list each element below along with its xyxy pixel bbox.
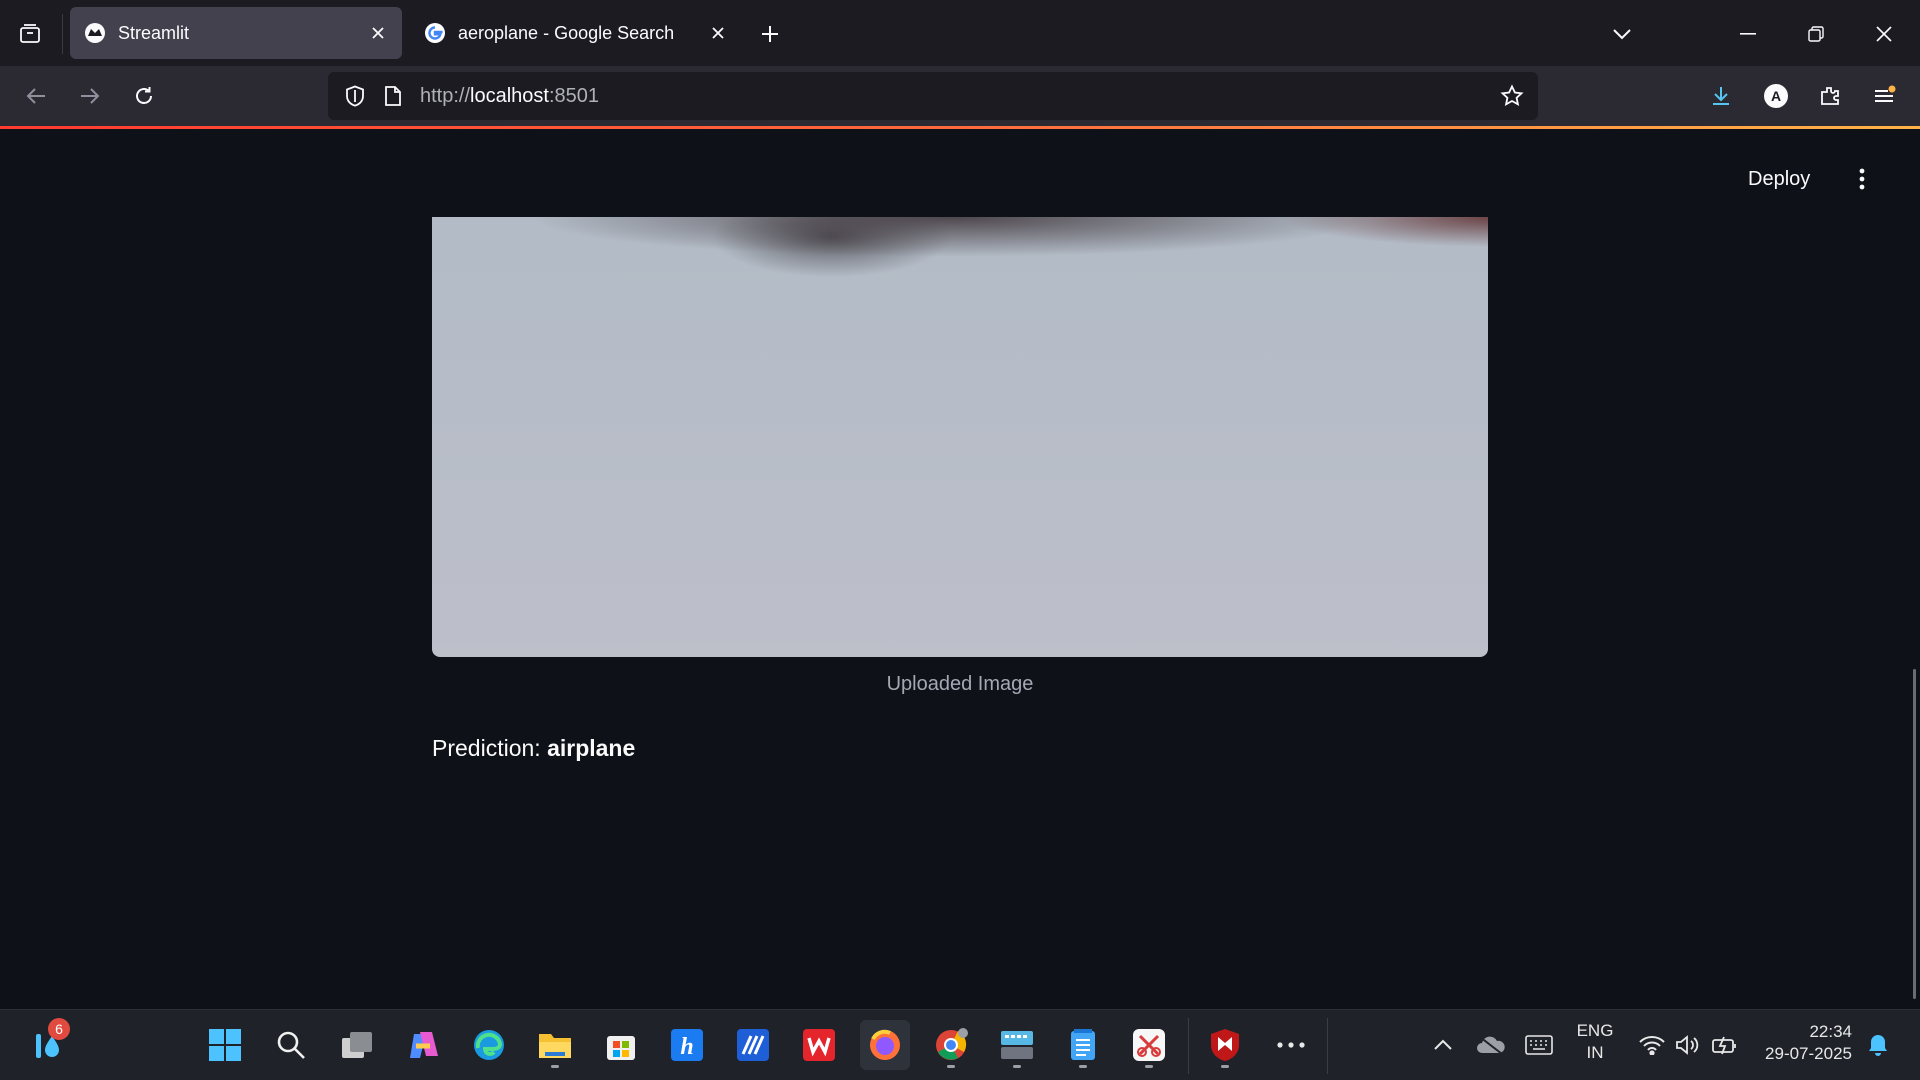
reload-icon[interactable] [122, 74, 166, 118]
restore-window-icon[interactable] [1794, 12, 1838, 56]
file-explorer-icon[interactable] [530, 1020, 580, 1070]
hackerrank-h-icon[interactable]: h [662, 1020, 712, 1070]
battery-charging-icon[interactable] [1700, 1020, 1750, 1070]
url-prefix: http:// [420, 84, 471, 107]
language-code: ENG [1576, 1021, 1614, 1040]
svg-text:h: h [680, 1034, 693, 1060]
more-apps-ellipsis-icon[interactable] [1266, 1020, 1316, 1070]
prediction-text: Prediction: airplane [432, 735, 635, 762]
microsoft-store-icon[interactable] [596, 1020, 646, 1070]
back-arrow-icon[interactable] [14, 74, 58, 118]
close-tab-icon[interactable] [364, 19, 392, 47]
url-port: :8501 [548, 84, 600, 107]
page-info-icon[interactable] [378, 85, 408, 107]
notepad-icon[interactable] [1058, 1020, 1108, 1070]
mcafee-shield-icon[interactable] [1200, 1020, 1250, 1070]
google-favicon-icon [424, 22, 446, 44]
tab-streamlit[interactable]: Streamlit [70, 7, 402, 59]
notification-bell-icon[interactable] [1853, 1020, 1903, 1070]
touch-keyboard-icon[interactable] [1514, 1020, 1564, 1070]
scrollbar-thumb[interactable] [1913, 669, 1916, 999]
clock-time: 22:34 [1809, 1022, 1852, 1041]
close-tab-icon[interactable] [704, 19, 732, 47]
downloads-icon[interactable] [1699, 74, 1743, 118]
tab-title: aeroplane - Google Search [458, 22, 675, 43]
input-language-indicator[interactable]: ENG IN [1570, 1020, 1620, 1064]
tracking-protection-shield-icon[interactable] [340, 85, 370, 107]
forward-arrow-icon[interactable] [68, 74, 112, 118]
browser-nav-bar: http://localhost:8501 A [0, 66, 1920, 126]
uploaded-image [432, 217, 1488, 657]
windows-taskbar: 6 h ENG IN 22:34 29-07-2025 [0, 1009, 1920, 1080]
region-code: IN [1586, 1043, 1604, 1062]
wps-office-icon[interactable] [794, 1020, 844, 1070]
tab-google-search[interactable]: aeroplane - Google Search [410, 7, 742, 59]
snipping-tool-icon[interactable] [1124, 1020, 1174, 1070]
app-menu-icon[interactable] [1862, 74, 1906, 118]
prediction-label: Prediction: [432, 735, 548, 761]
streamlit-favicon-icon [84, 22, 106, 44]
url-text[interactable]: http://localhost:8501 [420, 85, 599, 108]
onedrive-cloud-icon[interactable] [1466, 1020, 1516, 1070]
firefox-icon[interactable] [860, 1020, 910, 1070]
url-host: localhost [470, 84, 549, 107]
close-window-icon[interactable] [1862, 12, 1906, 56]
tab-divider [62, 14, 63, 54]
bookmark-star-icon[interactable] [1498, 82, 1526, 110]
account-initial: A [1771, 88, 1781, 104]
account-avatar-icon[interactable]: A [1754, 74, 1798, 118]
taskbar-separator [1188, 1018, 1189, 1074]
writing-app-icon[interactable] [728, 1020, 778, 1070]
clock[interactable]: 22:34 29-07-2025 [1756, 1021, 1852, 1065]
tab-title: Streamlit [118, 22, 190, 43]
show-hidden-icons-chevron-up-icon[interactable] [1418, 1020, 1468, 1070]
address-bar[interactable]: http://localhost:8501 [328, 72, 1538, 120]
main-menu-kebab-icon[interactable] [1844, 159, 1880, 199]
new-tab-plus-icon[interactable] [752, 16, 788, 52]
prediction-value: airplane [547, 735, 636, 761]
widget-notification-badge: 6 [48, 1018, 70, 1040]
streamlit-app: Deploy Uploaded Image Prediction: airpla… [0, 129, 1920, 1009]
taskbar-separator [1327, 1018, 1328, 1074]
clock-date: 29-07-2025 [1765, 1044, 1852, 1063]
minimize-window-icon[interactable] [1726, 12, 1770, 56]
edge-browser-icon[interactable] [464, 1020, 514, 1070]
image-caption: Uploaded Image [886, 673, 1034, 695]
deploy-button[interactable]: Deploy [1740, 159, 1818, 199]
task-view-icon[interactable] [332, 1020, 382, 1070]
copilot-icon[interactable] [398, 1020, 448, 1070]
tab-overview-icon[interactable] [12, 16, 48, 52]
chrome-icon[interactable] [926, 1020, 976, 1070]
browser-tab-strip: Streamlit aeroplane - Google Search [0, 0, 1920, 66]
keyboard-app-icon[interactable] [992, 1020, 1042, 1070]
list-all-tabs-chevron-icon[interactable] [1600, 12, 1644, 56]
extensions-puzzle-icon[interactable] [1808, 74, 1852, 118]
windows-start-icon[interactable] [200, 1020, 250, 1070]
search-icon[interactable] [266, 1020, 316, 1070]
